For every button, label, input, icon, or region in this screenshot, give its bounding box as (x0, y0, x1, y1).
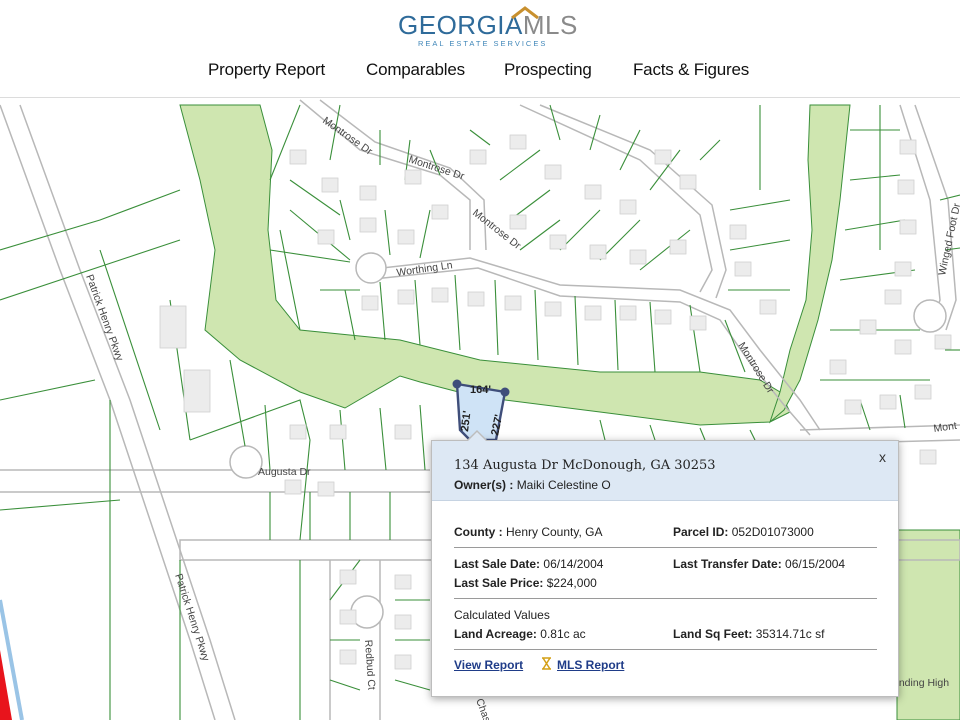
label-montrose-5: Mont (933, 420, 958, 435)
nav-facts-figures[interactable]: Facts & Figures (633, 60, 749, 80)
popup-address: 134 Augusta Dr McDonough, GA 30253 (454, 458, 716, 473)
roof-icon (511, 6, 539, 20)
divider (454, 598, 877, 599)
parcel-vertex-ne[interactable] (500, 387, 510, 397)
logo-tagline: REAL ESTATE SERVICES (418, 39, 548, 48)
last-sale-date-field: Last Sale Date: 06/14/2004 (454, 557, 604, 571)
parcel-id-field: Parcel ID: 052D01073000 (673, 525, 814, 539)
land-sqft-field: Land Sq Feet: 35314.71c sf (673, 627, 825, 641)
cul-de-sac-worthing (355, 252, 387, 284)
county-field: County : Henry County, GA (454, 525, 603, 539)
label-montrose-3: Montrose Dr (470, 207, 523, 252)
georgia-mls-logo[interactable]: GEORGIAMLS REAL ESTATE SERVICES (398, 6, 577, 50)
label-chase: Chas (473, 697, 493, 720)
greenspace-southeast (896, 529, 960, 720)
parcel-vertex-nw[interactable] (452, 379, 462, 389)
view-report-link[interactable]: View Report (454, 658, 523, 672)
last-transfer-date-field: Last Transfer Date: 06/15/2004 (673, 557, 846, 571)
greenspace-east (768, 104, 851, 424)
logo-wordmark: GEORGIAMLS (398, 10, 578, 40)
label-redbud: Redbud Ct (362, 639, 377, 690)
site-header: GEORGIAMLS REAL ESTATE SERVICES Property… (0, 0, 960, 98)
divider (454, 547, 877, 548)
dimension-top: 164' (470, 384, 491, 396)
popup-owner: Owner(s) : Maiki Celestine O (454, 478, 611, 492)
label-winged-foot: Winged Foot Dr (936, 202, 960, 277)
close-button[interactable]: x (879, 449, 886, 465)
land-acreage-field: Land Acreage: 0.81c ac (454, 627, 586, 641)
label-worthing: Worthing Ln (396, 259, 454, 279)
nav-prospecting[interactable]: Prospecting (504, 60, 592, 80)
calculated-values-heading: Calculated Values (454, 608, 550, 622)
nav-property-report[interactable]: Property Report (208, 60, 325, 80)
label-patrick-1: Patrick Henry Pkwy (83, 273, 126, 363)
popup-header: 134 Augusta Dr McDonough, GA 30253 Owner… (432, 441, 898, 501)
last-sale-price-field: Last Sale Price: $224,000 (454, 576, 597, 590)
label-landing: anding High (893, 677, 949, 689)
divider (454, 649, 877, 650)
mls-report-link[interactable]: MLS Report (557, 658, 624, 672)
label-augusta: Augusta Dr (258, 466, 311, 478)
nav-comparables[interactable]: Comparables (366, 60, 465, 80)
cul-de-sac-winged-foot (913, 299, 947, 333)
popup-pointer-fill (467, 432, 487, 442)
main-nav: Property Report Comparables Prospecting … (0, 60, 960, 84)
parcel-info-popup: 134 Augusta Dr McDonough, GA 30253 Owner… (431, 440, 899, 697)
hourglass-icon (542, 657, 551, 670)
